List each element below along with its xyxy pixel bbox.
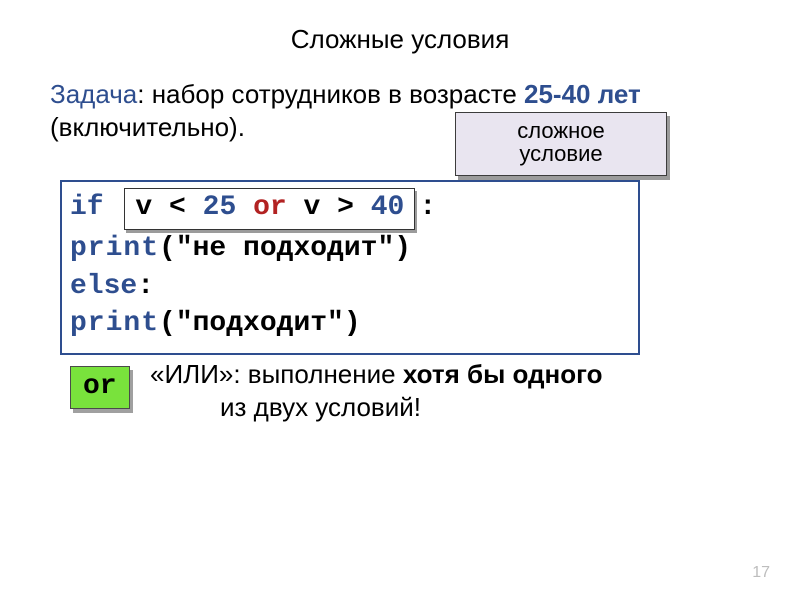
expl-bold: хотя бы одного [403,359,603,389]
slide-title: Сложные условия [0,24,800,55]
cond-num-25: 25 [203,192,237,223]
expl-part-1: «ИЛИ»: выполнение [150,359,403,389]
fn-print-1: print [70,233,159,264]
str-fit: "подходит" [176,308,344,339]
paren-open-2: ( [159,308,176,339]
kw-if: if [70,192,104,223]
task-label: Задача [50,79,137,109]
code-line-print-2: print("подходит") [70,305,630,343]
cond-or-kw: or [236,192,303,223]
task-age-range: 25-40 лет [524,79,641,109]
callout-line-1: сложное [466,119,656,142]
paren-close-1: ) [394,233,411,264]
callout-line-2: условие [466,142,656,165]
cond-var-2: v [303,192,320,223]
paren-close-2: ) [344,308,361,339]
condition-box: v < 25 or v > 40 [124,188,415,230]
slide: Сложные условия Задача: набор сотруднико… [0,0,800,600]
cond-lt: < [152,192,202,223]
else-colon: : [137,271,154,302]
or-explanation: «ИЛИ»: выполнение хотя бы одного из двух… [150,358,750,423]
code-line-print-1: print("не подходит") [70,230,630,268]
code-line-if: if v < 25 or v > 40 : [70,188,630,230]
task-colon: : [137,79,151,109]
task-body-1: набор сотрудников в возрасте [152,79,524,109]
cond-var-1: v [135,192,152,223]
cond-gt: > [320,192,370,223]
code-block: if v < 25 or v > 40 : print("не подходит… [60,180,640,355]
fn-print-2: print [70,308,159,339]
page-number: 17 [752,564,770,582]
if-colon: : [419,192,436,223]
expl-line-2: из двух условий! [150,391,750,424]
callout-compound-condition: сложное условие [455,112,667,176]
code-line-else: else: [70,268,630,306]
or-badge: or [70,366,130,409]
str-not-fit: "не подходит" [176,233,394,264]
paren-open-1: ( [159,233,176,264]
kw-else: else [70,271,137,302]
cond-num-40: 40 [371,192,405,223]
task-body-2: (включительно). [50,112,245,142]
